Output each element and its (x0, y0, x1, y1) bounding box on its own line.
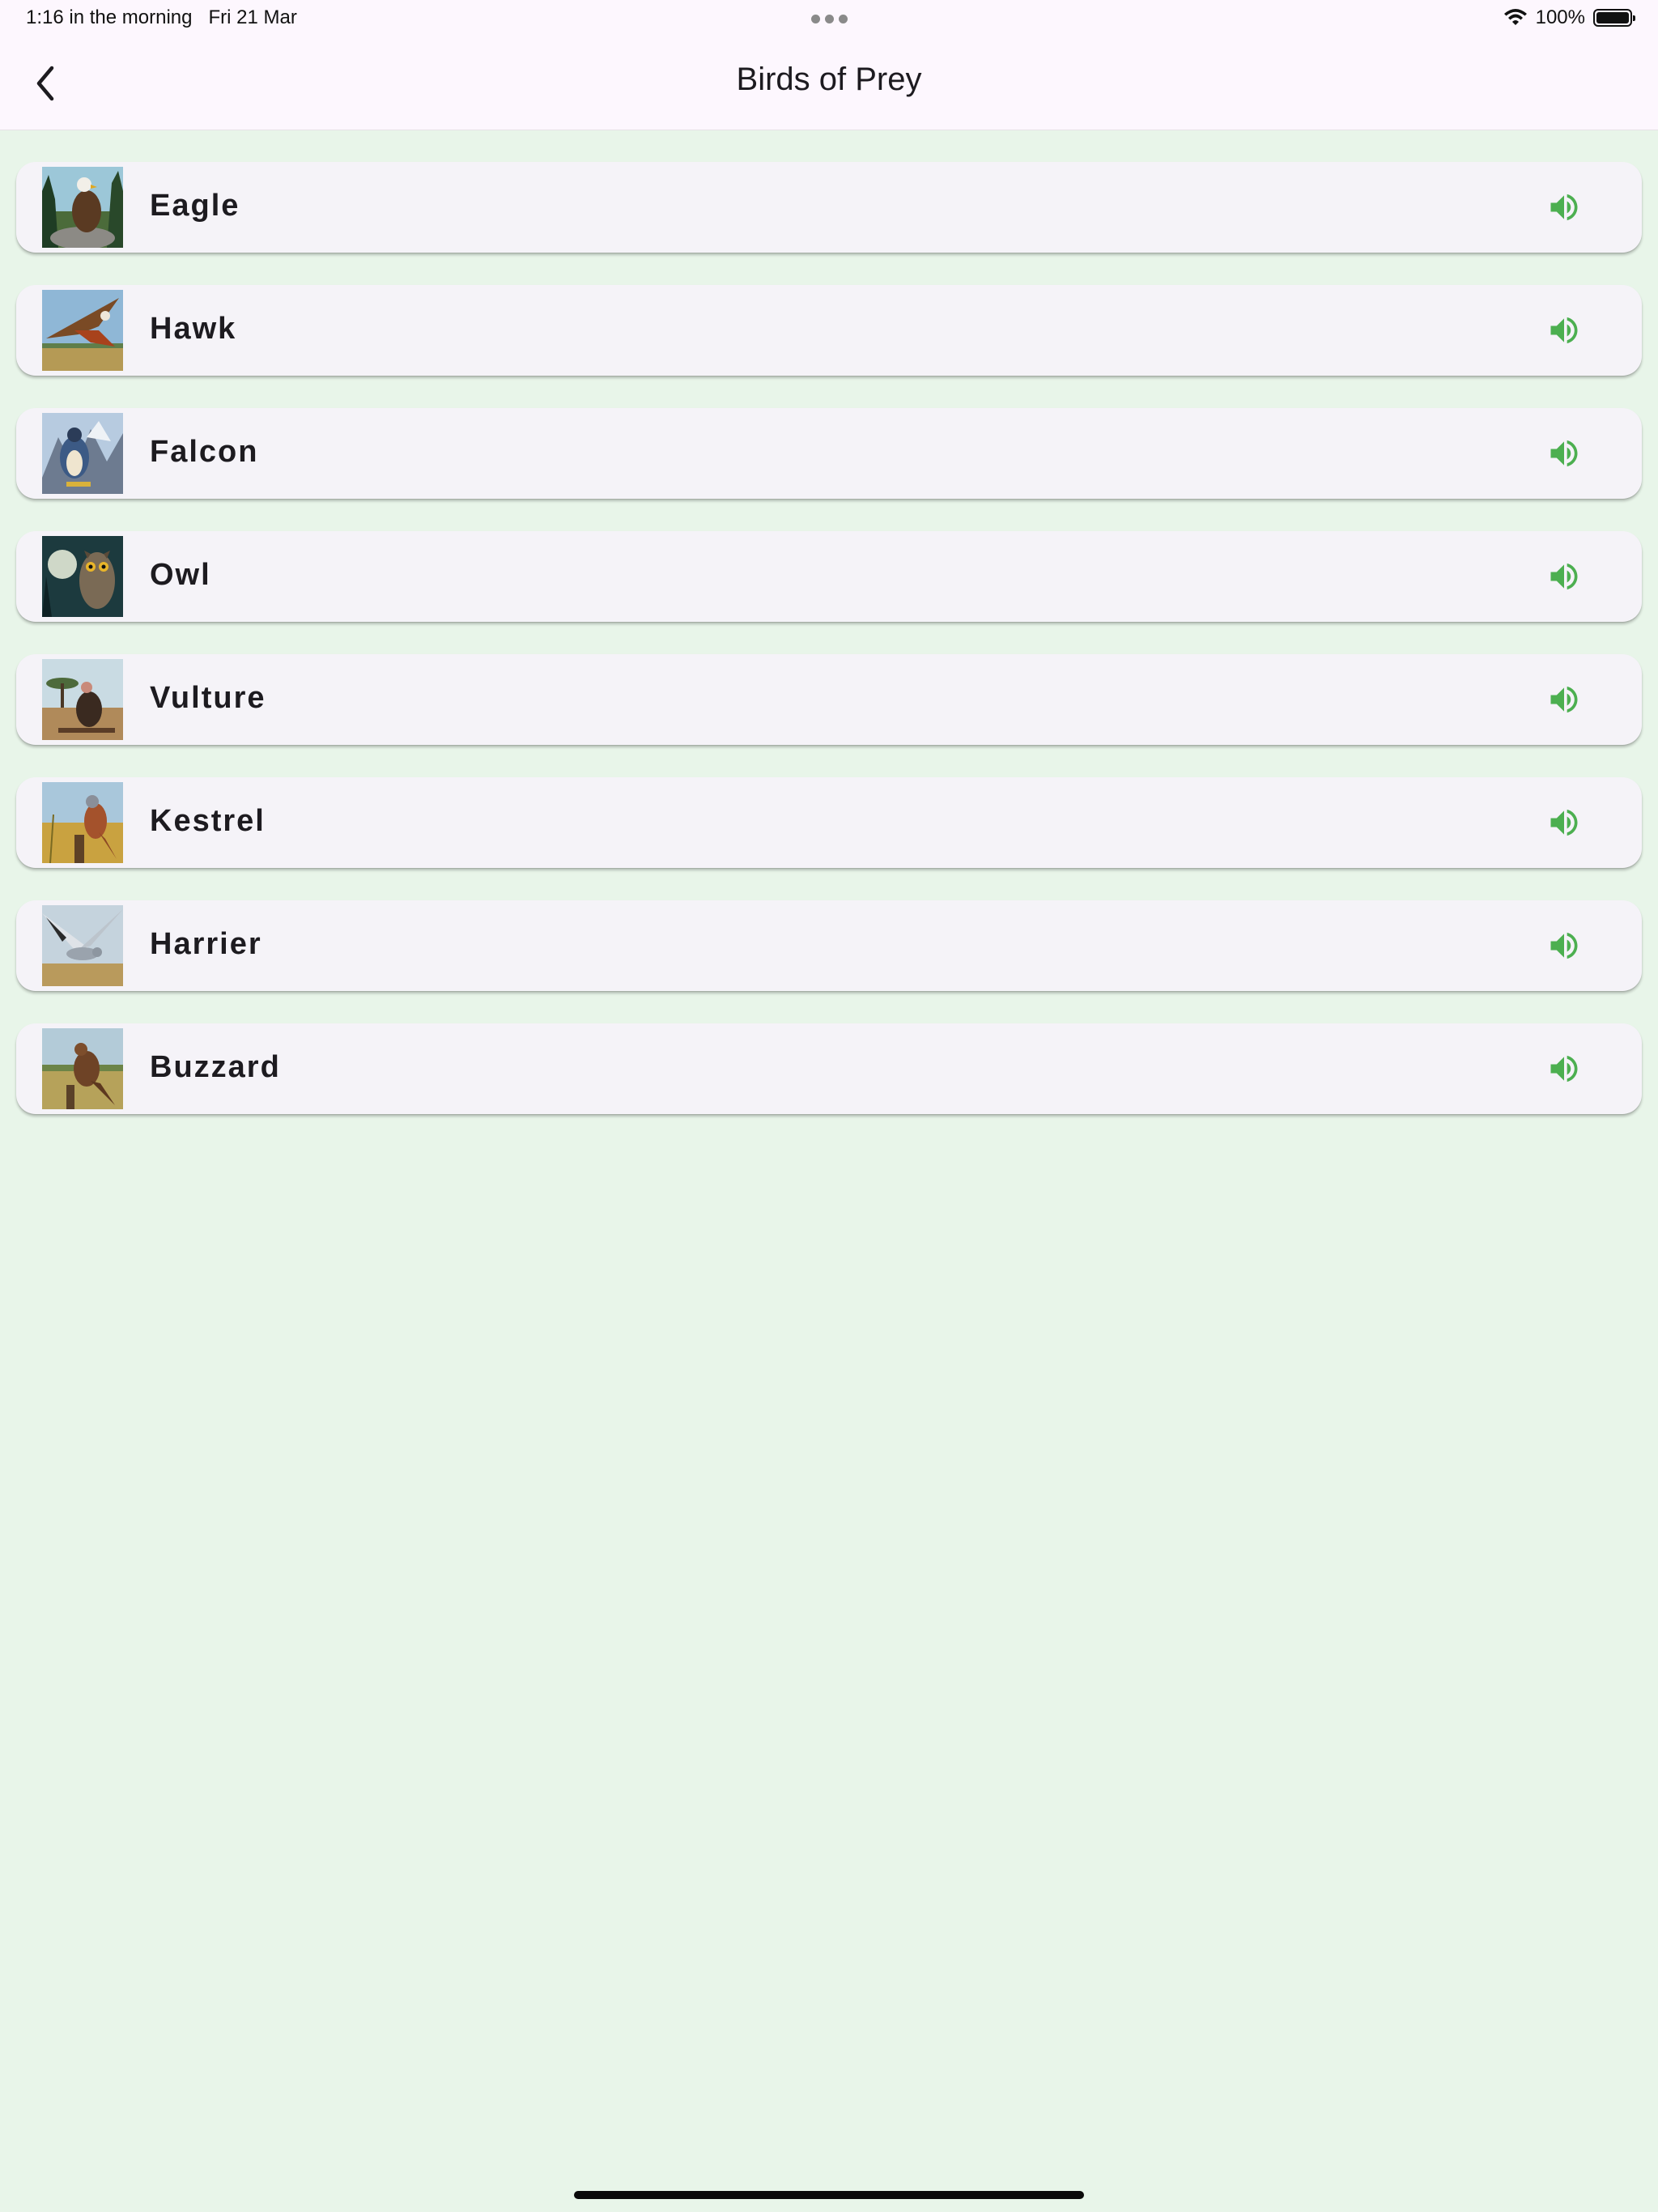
volume-up-icon (1550, 563, 1578, 590)
bird-image-eagle (42, 167, 123, 248)
play-sound-button[interactable] (1546, 928, 1582, 963)
bird-name: Eagle (150, 189, 240, 223)
play-sound-button[interactable] (1546, 436, 1582, 471)
bird-name: Kestrel (150, 804, 266, 838)
home-indicator[interactable] (574, 2191, 1084, 2199)
bird-card-hawk[interactable]: Hawk (16, 285, 1642, 376)
bird-image-hawk (42, 290, 123, 371)
play-sound-button[interactable] (1546, 805, 1582, 840)
bird-image-buzzard (42, 1028, 123, 1109)
play-sound-button[interactable] (1546, 1051, 1582, 1087)
bird-card-eagle[interactable]: Eagle (16, 162, 1642, 253)
bird-card-buzzard[interactable]: Buzzard (16, 1023, 1642, 1114)
bird-image-kestrel (42, 782, 123, 863)
status-bar-right: 100% (1503, 6, 1635, 29)
bird-card-falcon[interactable]: Falcon (16, 408, 1642, 499)
status-date: Fri 21 Mar (208, 6, 297, 28)
volume-up-icon (1550, 1055, 1578, 1083)
bird-name: Vulture (150, 681, 266, 715)
play-sound-button[interactable] (1546, 313, 1582, 348)
bird-name: Owl (150, 558, 211, 592)
status-bar-time: 1:16 in the morning Fri 21 Mar (26, 6, 297, 29)
volume-up-icon (1550, 932, 1578, 959)
bird-card-owl[interactable]: Owl (16, 531, 1642, 622)
bird-card-vulture[interactable]: Vulture (16, 654, 1642, 745)
battery-percentage: 100% (1535, 6, 1585, 28)
bird-list: Eagle Hawk Falcon Owl Vulture Kestrel Ha… (16, 162, 1642, 1146)
bird-image-owl (42, 536, 123, 617)
bird-card-harrier[interactable]: Harrier (16, 900, 1642, 991)
bird-name: Harrier (150, 927, 262, 961)
volume-up-icon (1550, 194, 1578, 221)
volume-up-icon (1550, 686, 1578, 713)
play-sound-button[interactable] (1546, 559, 1582, 594)
multitasking-dots-icon[interactable] (811, 15, 848, 23)
play-sound-button[interactable] (1546, 682, 1582, 717)
battery-icon (1593, 9, 1635, 27)
volume-up-icon (1550, 440, 1578, 467)
volume-up-icon (1550, 317, 1578, 344)
bird-name: Buzzard (150, 1050, 281, 1084)
bird-name: Hawk (150, 312, 237, 346)
bird-card-kestrel[interactable]: Kestrel (16, 777, 1642, 868)
wifi-icon (1503, 9, 1527, 25)
bird-image-falcon (42, 413, 123, 494)
bird-name: Falcon (150, 435, 259, 469)
page-title: Birds of Prey (736, 62, 922, 97)
app-bar: 1:16 in the morning Fri 21 Mar 100% Birds… (0, 0, 1658, 130)
bird-image-harrier (42, 905, 123, 986)
bird-image-vulture (42, 659, 123, 740)
volume-up-icon (1550, 809, 1578, 836)
status-time: 1:16 in the morning (26, 6, 193, 28)
play-sound-button[interactable] (1546, 189, 1582, 225)
